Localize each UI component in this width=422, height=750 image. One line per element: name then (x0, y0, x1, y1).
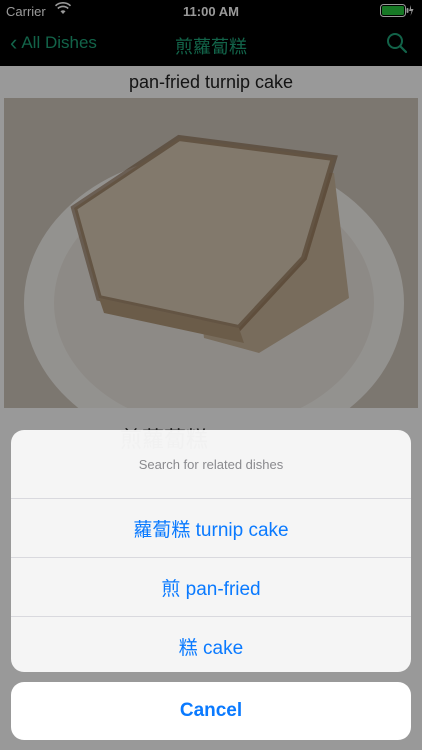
option-pan-fried[interactable]: 煎 pan-fried (11, 558, 411, 617)
action-sheet-header: Search for related dishes (11, 430, 411, 499)
option-turnip-cake[interactable]: 蘿蔔糕 turnip cake (11, 499, 411, 558)
cancel-button[interactable]: Cancel (11, 682, 411, 740)
action-sheet: Search for related dishes 蘿蔔糕 turnip cak… (11, 430, 411, 672)
option-cake[interactable]: 糕 cake (11, 617, 411, 672)
